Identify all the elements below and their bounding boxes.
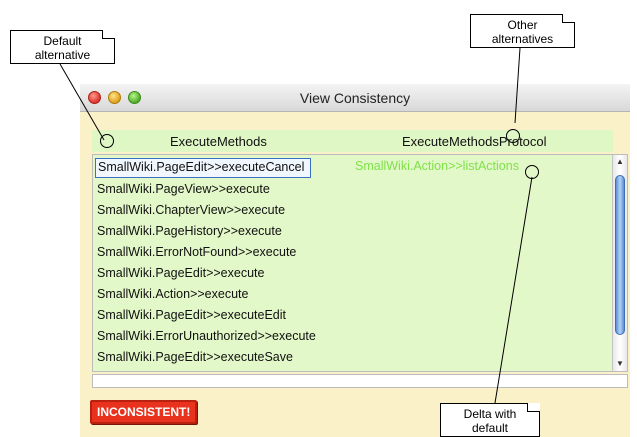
methods-list[interactable]: SmallWiki.PageEdit>>executeCancel SmallW… [92, 154, 628, 372]
default-alternative-note: Default alternative [10, 30, 115, 64]
list-item[interactable]: SmallWiki.PageEdit>>executeCancel [95, 158, 312, 178]
scroll-thumb[interactable] [615, 175, 625, 335]
delta-method-item[interactable]: SmallWiki.Action>>listActions [355, 159, 519, 173]
horizontal-scrollbar[interactable] [92, 374, 628, 388]
scroll-up-arrow-icon[interactable]: ▲ [616, 157, 624, 166]
note-fold-icon [562, 14, 575, 23]
vertical-scrollbar[interactable]: ▲ ▼ [612, 155, 627, 371]
default-alternative-radio[interactable] [100, 134, 114, 148]
status-badge: INCONSISTENT! [90, 400, 198, 424]
note-line: alternative [34, 48, 91, 62]
list-item[interactable]: SmallWiki.PageHistory>>execute [95, 221, 282, 241]
scroll-down-arrow-icon[interactable]: ▼ [616, 359, 624, 368]
column-header-execute-methods-protocol: ExecuteMethodsProtocol [402, 134, 547, 149]
note-line: Default [43, 34, 82, 48]
list-item[interactable]: SmallWiki.ChapterView>>execute [95, 200, 285, 220]
other-alternatives-note: Other alternatives [470, 14, 575, 48]
list-item[interactable]: SmallWiki.ErrorNotFound>>execute [95, 242, 296, 262]
list-item[interactable]: SmallWiki.Action>>execute [95, 284, 248, 304]
view-consistency-window: View Consistency ExecuteMethods ExecuteM… [80, 84, 630, 437]
list-item[interactable]: SmallWiki.PageEdit>>execute [95, 263, 264, 283]
delta-with-default-note: Delta with default [440, 403, 540, 437]
list-item[interactable]: SmallWiki.PageEdit>>executeSave [95, 347, 293, 367]
note-line: alternatives [491, 32, 554, 46]
note-line: Other [507, 18, 538, 32]
list-item[interactable]: SmallWiki.ErrorUnauthorized>>execute [95, 326, 316, 346]
title-bar: View Consistency [80, 84, 630, 112]
delta-radio[interactable] [525, 165, 539, 179]
note-fold-icon [102, 30, 115, 39]
column-header-execute-methods: ExecuteMethods [170, 134, 267, 149]
note-fold-icon [527, 403, 540, 412]
column-header-row: ExecuteMethods ExecuteMethodsProtocol [92, 129, 613, 152]
list-item[interactable]: SmallWiki.PageView>>execute [95, 179, 270, 199]
note-line: default [471, 421, 509, 435]
list-item[interactable]: SmallWiki.PageEdit>>executeEdit [95, 305, 286, 325]
note-line: Delta with [463, 407, 517, 421]
window-title: View Consistency [299, 90, 411, 106]
